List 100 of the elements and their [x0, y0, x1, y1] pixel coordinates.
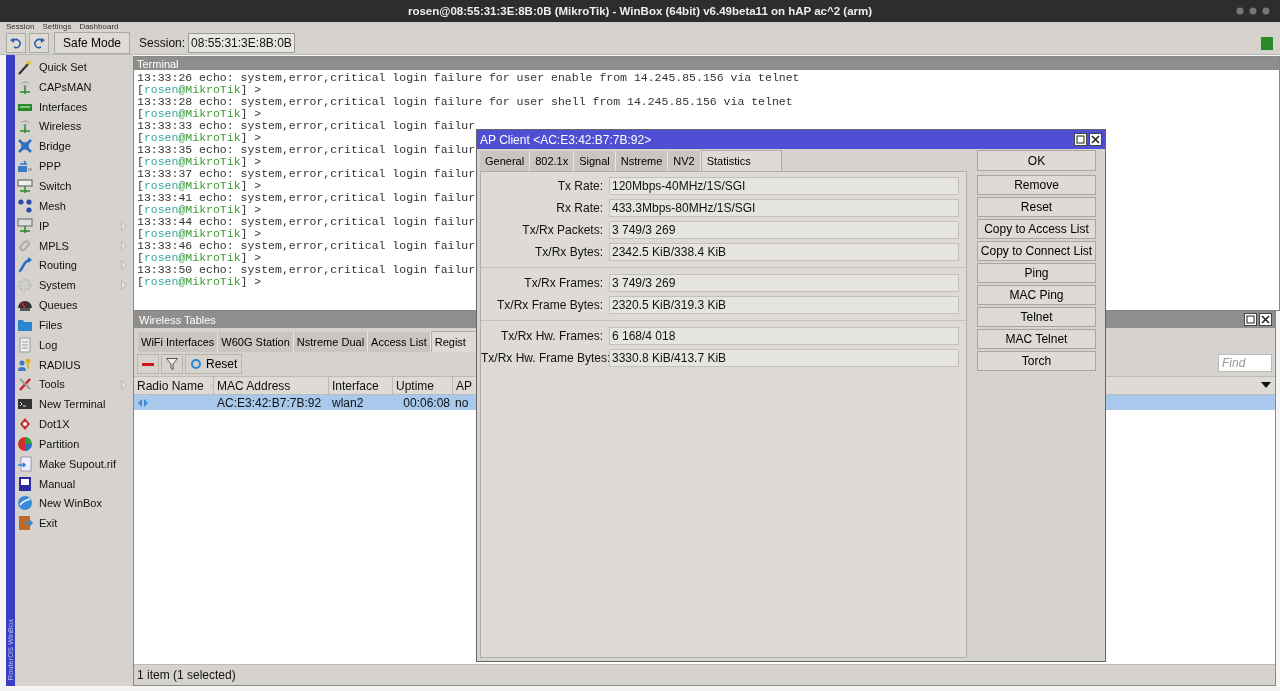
- menu-item[interactable]: Dashboard: [79, 22, 119, 32]
- column-header[interactable]: Radio Name: [134, 377, 214, 394]
- users-icon: [17, 356, 33, 373]
- safe-mode-button[interactable]: Safe Mode: [54, 32, 131, 54]
- value-field: 3330.8 KiB/413.7 KiB: [609, 349, 959, 367]
- terminal-line: 13:33:50 echo: system,error,critical login failur: [137, 264, 476, 276]
- sidebar-item[interactable]: Wireless: [15, 116, 133, 137]
- value-field: 2320.5 KiB/319.3 KiB: [609, 296, 959, 314]
- dialog-button[interactable]: Torch: [977, 351, 1096, 371]
- terminal-prompt: [rosen@MikroTik] >: [137, 132, 262, 144]
- sidebar-item[interactable]: Manual: [15, 473, 133, 494]
- session-field[interactable]: 08:55:31:3E:8B:0B: [188, 33, 295, 53]
- sidebar-item[interactable]: Tools: [15, 374, 133, 395]
- sidebar-item[interactable]: Routing: [15, 255, 133, 276]
- sidebar-item[interactable]: Interfaces: [15, 96, 133, 117]
- tab[interactable]: WiFi Interfaces: [138, 332, 219, 352]
- value-field: 120Mbps-40MHz/1S/SGI: [609, 177, 959, 195]
- tab[interactable]: Statistics: [700, 150, 782, 171]
- dialog-button[interactable]: MAC Telnet: [977, 329, 1096, 349]
- document-icon: [17, 336, 33, 353]
- window-controls-icon[interactable]: [1236, 7, 1270, 15]
- sidebar-item[interactable]: Dot1X: [15, 414, 133, 435]
- find-field[interactable]: Find: [1218, 354, 1272, 372]
- tab[interactable]: 802.1x: [530, 151, 575, 171]
- field-label: Rx Rate:: [555, 201, 604, 215]
- menu-item[interactable]: Session: [6, 22, 35, 32]
- undo-icon: [10, 37, 22, 49]
- wand-icon: [17, 58, 33, 75]
- sidebar-item[interactable]: CAPsMAN: [15, 76, 133, 97]
- dialog-title: AP Client <AC:E3:42:B7:7B:92>: [480, 132, 652, 147]
- book-icon: [17, 475, 33, 492]
- field-label: Tx/Rx Hw. Frame Bytes:: [481, 351, 609, 365]
- window-title: Wireless Tables: [139, 313, 216, 326]
- terminal-line: 13:33:37 echo: system,error,critical login failur: [137, 168, 476, 180]
- sidebar-item[interactable]: Partition: [15, 434, 133, 454]
- globe-icon: [17, 495, 33, 512]
- table-cell-text: AC:E3:42:B7:7B:92: [216, 395, 323, 410]
- sidebar-item[interactable]: System: [15, 275, 133, 296]
- column-header[interactable]: MAC Address: [214, 377, 329, 394]
- terminal-prompt: [rosen@MikroTik] >: [137, 228, 262, 240]
- dialog-button[interactable]: Ping: [977, 263, 1096, 283]
- dialog-button[interactable]: Reset: [977, 197, 1096, 217]
- tab[interactable]: NV2: [668, 151, 701, 171]
- dialog-button[interactable]: Remove: [977, 175, 1096, 195]
- tab[interactable]: Nstreme Dual: [293, 332, 369, 352]
- tab[interactable]: Access List: [368, 332, 431, 352]
- sidebar-item[interactable]: Mesh: [15, 195, 133, 216]
- dialog-button[interactable]: Telnet: [977, 307, 1096, 327]
- maximize-button[interactable]: [1074, 133, 1087, 146]
- terminal-line: 13:33:26 echo: system,error,critical login failure for user enable from 14.245.85.156 via telnet: [137, 72, 800, 84]
- sidebar-item[interactable]: Queues: [15, 295, 133, 315]
- redo-button[interactable]: [29, 33, 49, 53]
- close-button[interactable]: [1089, 133, 1102, 146]
- sidebar-item[interactable]: Make Supout.rif: [15, 453, 133, 474]
- sidebar-item[interactable]: Bridge: [15, 136, 133, 157]
- close-button[interactable]: [1259, 313, 1272, 326]
- sidebar-item[interactable]: New WinBox: [15, 493, 133, 514]
- circle-icon: [190, 358, 202, 370]
- terminal-line: 13:33:44 echo: system,error,critical login failur: [137, 216, 476, 228]
- tools-icon: [17, 376, 33, 393]
- sidebar-item[interactable]: IP: [15, 215, 133, 236]
- tab[interactable]: General: [480, 151, 531, 171]
- sidebar-item[interactable]: PPP: [15, 156, 133, 177]
- terminal-prompt: [rosen@MikroTik] >: [137, 156, 262, 168]
- dialog-button[interactable]: MAC Ping: [977, 285, 1096, 305]
- status-bar: 1 item (1 selected): [134, 664, 1275, 685]
- undo-button[interactable]: [6, 33, 26, 53]
- mesh-icon: [17, 197, 33, 214]
- sidebar-item[interactable]: RADIUS: [15, 354, 133, 375]
- bridge-icon: [17, 138, 33, 155]
- sidebar-item[interactable]: Switch: [15, 176, 133, 196]
- column-header[interactable]: Interface: [329, 377, 393, 394]
- filter-button[interactable]: [161, 354, 183, 374]
- close-icon: [1261, 315, 1270, 324]
- terminal-line: 13:33:46 echo: system,error,critical login failur: [137, 240, 476, 252]
- terminal-prompt: [rosen@MikroTik] >: [137, 252, 262, 264]
- sidebar-item[interactable]: Files: [15, 314, 133, 335]
- sidebar-item[interactable]: New Terminal: [15, 394, 133, 415]
- dropdown-arrow-icon[interactable]: [1261, 381, 1271, 389]
- maximize-button[interactable]: [1244, 313, 1257, 326]
- sidebar-item[interactable]: Log: [15, 334, 133, 355]
- remove-button[interactable]: [137, 354, 159, 374]
- dialog-button[interactable]: Copy to Access List: [977, 219, 1096, 239]
- value-field: 6 168/4 018: [609, 327, 959, 345]
- sidebar-item[interactable]: Quick Set: [15, 57, 133, 77]
- reset-button[interactable]: Reset: [185, 354, 243, 374]
- tab[interactable]: W60G Station: [218, 332, 294, 352]
- dialog-button[interactable]: OK: [977, 150, 1096, 171]
- sidebar-item[interactable]: MPLS: [15, 235, 133, 256]
- routing-icon: [17, 257, 33, 274]
- antenna-icon: [17, 78, 33, 95]
- tab[interactable]: Signal: [574, 151, 616, 171]
- tab[interactable]: Nstreme: [615, 151, 669, 171]
- terminal-line: 13:33:35 echo: system,error,critical login failur: [137, 144, 476, 156]
- sidebar-item[interactable]: Exit: [15, 513, 133, 534]
- dialog-button[interactable]: Copy to Connect List: [977, 241, 1096, 261]
- terminal-prompt: [rosen@MikroTik] >: [137, 276, 262, 288]
- menu-item[interactable]: Settings: [42, 22, 72, 32]
- column-header[interactable]: Uptime: [393, 377, 453, 394]
- terminal-line: 13:33:41 echo: system,error,critical login failur: [137, 192, 476, 204]
